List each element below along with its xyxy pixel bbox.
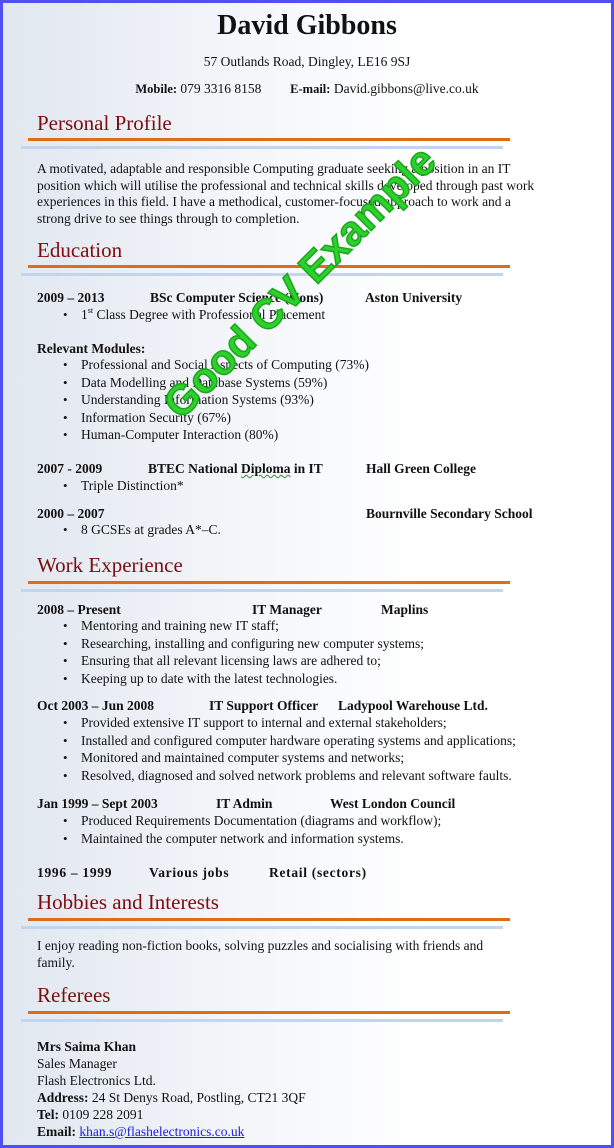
job-dates: 2008 – Present [37,602,121,617]
list-item: Ensuring that all relevant licensing law… [37,652,424,670]
list-item: Maintained the computer network and info… [37,830,441,848]
job-company: Retail (sectors) [269,865,367,880]
cv-page: David Gibbons 57 Outlands Road, Dingley,… [0,0,614,1148]
education-bullets: Triple Distinction* [37,477,184,495]
section-divider-shadow [21,1019,503,1022]
job-role: IT Support Officer [209,698,319,713]
modules-list: Professional and Social Aspects of Compu… [37,356,369,444]
education-qualification: BSc Computer Science (Hons) [150,290,324,305]
list-item: Human-Computer Interaction (80%) [37,426,369,444]
section-title-profile: Personal Profile [37,111,172,135]
section-divider [28,581,510,584]
candidate-address: 57 Outlands Road, Dingley, LE16 9SJ [203,54,411,69]
contact-line: Mobile: 079 3316 8158 E-mail: David.gibb… [3,81,611,97]
mobile-number: 079 3316 8158 [180,81,262,96]
list-item: Researching, installing and configuring … [37,635,424,653]
list-item: Provided extensive IT support to interna… [37,714,516,732]
education-bullets: 8 GCSEs at grades A*–C. [37,521,221,539]
education-institution: Hall Green College [366,461,476,476]
list-item: Monitored and maintained computer system… [37,749,516,767]
section-divider [28,1011,510,1014]
profile-paragraph: A motivated, adaptable and responsible C… [37,161,535,226]
list-item: Mentoring and training new IT staff; [37,617,424,635]
section-divider [28,265,510,268]
education-institution: Aston University [365,290,463,305]
email-address: David.gibbons@live.co.uk [333,81,479,96]
list-item: 1st Class Degree with Professional Place… [37,306,325,324]
list-item: Installed and configured computer hardwa… [37,732,516,750]
referee-address: 24 St Denys Road, Postling, CT21 3QF [91,1090,306,1105]
job-company: West London Council [330,796,456,811]
section-divider-shadow [21,589,503,592]
section-divider [28,138,510,141]
job-role: IT Admin [216,796,273,811]
job-company: Maplins [381,602,429,617]
job-bullets: Provided extensive IT support to interna… [37,714,516,784]
job-dates: Oct 2003 – Jun 2008 [37,698,155,713]
section-divider [28,918,510,921]
list-item: Resolved, diagnosed and solved network p… [37,767,516,785]
list-item: Data Modelling and Database Systems (59%… [37,374,369,392]
section-title-education: Education [37,238,123,262]
education-institution: Bournville Secondary School [366,506,533,521]
candidate-name: David Gibbons [217,10,397,41]
list-item: Professional and Social Aspects of Compu… [37,356,369,374]
referee-block: Mrs Saima Khan Sales Manager Flash Elect… [37,1038,306,1140]
education-dates: 2000 – 2007 [37,506,105,521]
job-bullets: Produced Requirements Documentation (dia… [37,812,441,847]
section-title-hobbies: Hobbies and Interests [37,890,219,914]
list-item: Understanding Information Systems (93%) [37,391,369,409]
referee-company: Flash Electronics Ltd. [37,1073,156,1088]
address-label: Address: [37,1090,89,1105]
email-label: E-mail: [290,82,331,96]
education-dates: 2007 - 2009 [37,461,103,476]
section-title-referees: Referees [37,983,111,1007]
referee-address-line: Address: 24 St Denys Road, Postling, CT2… [37,1089,306,1106]
section-title-work: Work Experience [37,553,183,577]
referee-position: Sales Manager [37,1056,117,1071]
education-qualification: BTEC National Diploma in IT [148,461,323,476]
list-item: 8 GCSEs at grades A*–C. [37,521,221,539]
referee-tel-line: Tel: 0109 228 2091 [37,1106,306,1123]
referee-email-line: Email: khan.s@flashelectronics.co.uk [37,1123,306,1140]
job-dates: 1996 – 1999 [37,865,113,880]
tel-label: Tel: [37,1107,60,1122]
education-bullets: 1st Class Degree with Professional Place… [37,306,325,324]
list-item: Produced Requirements Documentation (dia… [37,812,441,830]
section-divider-shadow [21,273,503,276]
modules-label: Relevant Modules: [37,341,146,356]
referee-name: Mrs Saima Khan [37,1039,137,1054]
job-dates: Jan 1999 – Sept 2003 [37,796,158,811]
job-company: Ladypool Warehouse Ltd. [338,698,488,713]
referee-email-link[interactable]: khan.s@flashelectronics.co.uk [79,1124,244,1139]
mobile-label: Mobile: [135,82,178,96]
referee-tel: 0109 228 2091 [62,1107,144,1122]
list-item: Keeping up to date with the latest techn… [37,670,424,688]
section-divider-shadow [21,146,503,149]
list-item: Triple Distinction* [37,477,184,495]
section-divider-shadow [21,926,503,929]
email-label: Email: [37,1124,76,1139]
hobbies-paragraph: I enjoy reading non-fiction books, solvi… [37,938,484,970]
job-role: Various jobs [149,865,230,880]
list-item: Information Security (67%) [37,409,369,427]
education-dates: 2009 – 2013 [37,290,105,305]
job-bullets: Mentoring and training new IT staff; Res… [37,617,424,687]
job-role: IT Manager [252,602,322,617]
